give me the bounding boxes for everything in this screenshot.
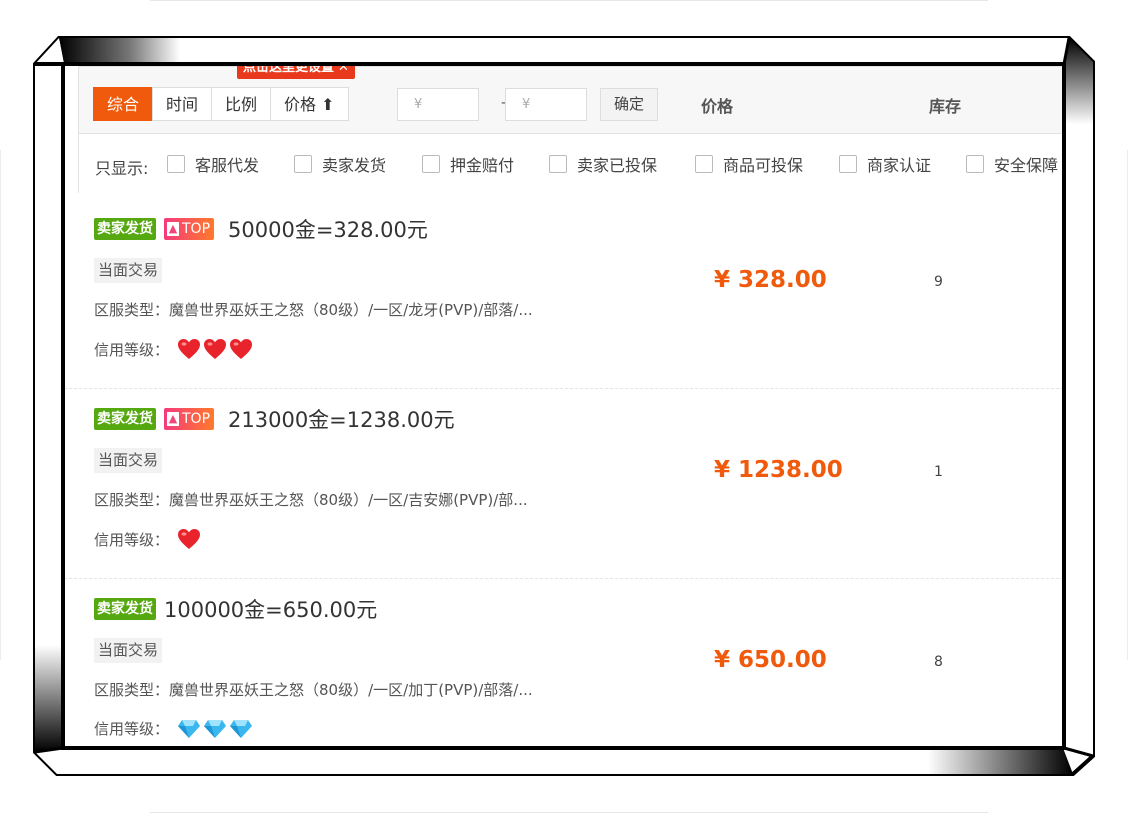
screen-frame (33, 36, 1097, 777)
page-top-line (150, 0, 988, 1)
frame-outline (33, 36, 1095, 776)
page-left-line (0, 150, 1, 660)
